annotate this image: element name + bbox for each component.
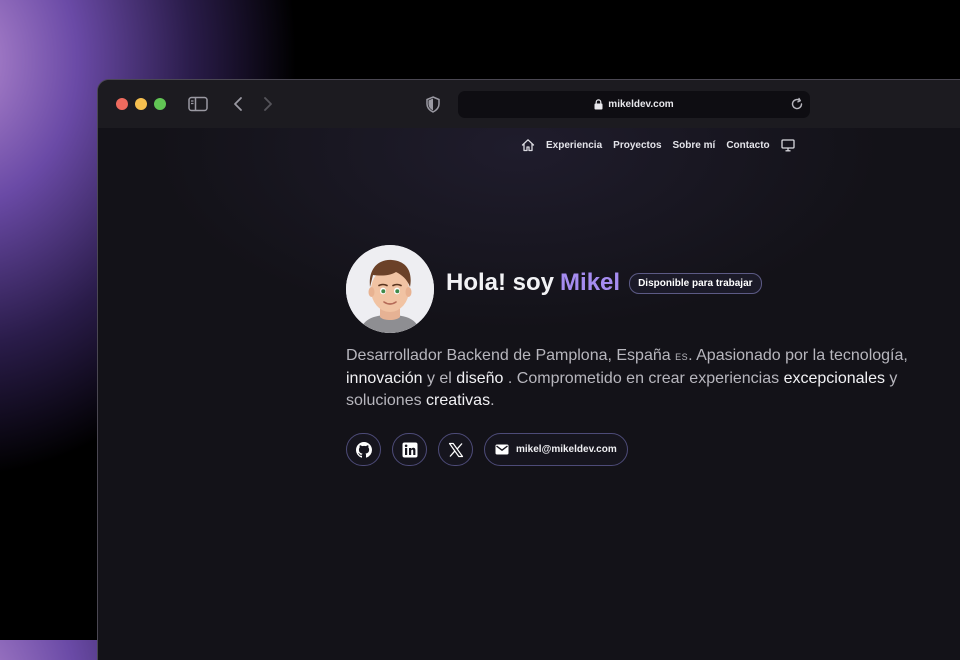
page-content: Experiencia Proyectos Sobre mí Contacto (98, 128, 960, 660)
maximize-window-button[interactable] (154, 98, 166, 110)
forward-icon[interactable] (260, 94, 276, 114)
back-icon[interactable] (230, 94, 246, 114)
browser-window: mikeldev.com Experiencia Proyectos Sobre… (97, 79, 960, 660)
email-button[interactable]: mikel@mikeldev.com (484, 433, 628, 466)
availability-badge: Disponible para trabajar (629, 272, 762, 294)
bio-text: . Comprometido en crear experiencias (503, 370, 784, 387)
reload-icon[interactable] (790, 97, 804, 111)
browser-toolbar: mikeldev.com (98, 80, 960, 128)
sidebar-icon[interactable] (188, 94, 208, 114)
spain-flag-icon: ES (675, 352, 689, 362)
nav-link-proyectos[interactable]: Proyectos (613, 140, 661, 151)
mail-icon (495, 444, 509, 455)
name-text: Mikel (560, 269, 621, 296)
bio-highlight: creativas (426, 392, 491, 409)
site-nav: Experiencia Proyectos Sobre mí Contacto (521, 133, 795, 157)
x-twitter-button[interactable] (438, 433, 473, 466)
email-text: mikel@mikeldev.com (516, 444, 617, 455)
social-links: mikel@mikeldev.com (346, 433, 628, 466)
bio-text: y el (422, 370, 457, 387)
theme-toggle-icon[interactable] (781, 138, 795, 152)
bio-highlight: excepcionales (783, 370, 885, 387)
bio-text: . Apasionado por la tecnología, (688, 347, 908, 364)
nav-link-sobre-mi[interactable]: Sobre mí (673, 140, 716, 151)
hero-heading: Hola! soy Mikel Disponible para trabajar (446, 269, 762, 297)
github-icon (355, 441, 372, 458)
greeting-text: Hola! soy (446, 269, 555, 296)
shield-icon[interactable] (424, 94, 442, 114)
close-window-button[interactable] (116, 98, 128, 110)
avatar (346, 245, 434, 333)
minimize-window-button[interactable] (135, 98, 147, 110)
url-text: mikeldev.com (608, 99, 674, 110)
bio-text: . (490, 392, 495, 409)
bio-highlight: innovación (346, 370, 423, 387)
linkedin-icon (402, 442, 417, 457)
linkedin-button[interactable] (392, 433, 427, 466)
address-bar[interactable]: mikeldev.com (458, 91, 810, 118)
home-icon[interactable] (521, 138, 535, 152)
bio-highlight: diseño (456, 370, 504, 387)
nav-link-experiencia[interactable]: Experiencia (546, 140, 602, 151)
bio-paragraph: Desarrollador Backend de Pamplona, Españ… (346, 345, 960, 412)
github-button[interactable] (346, 433, 381, 466)
lock-icon (594, 99, 603, 110)
bio-text: Desarrollador Backend de Pamplona, Españ… (346, 347, 671, 364)
x-icon (448, 442, 463, 457)
nav-link-contacto[interactable]: Contacto (726, 140, 769, 151)
